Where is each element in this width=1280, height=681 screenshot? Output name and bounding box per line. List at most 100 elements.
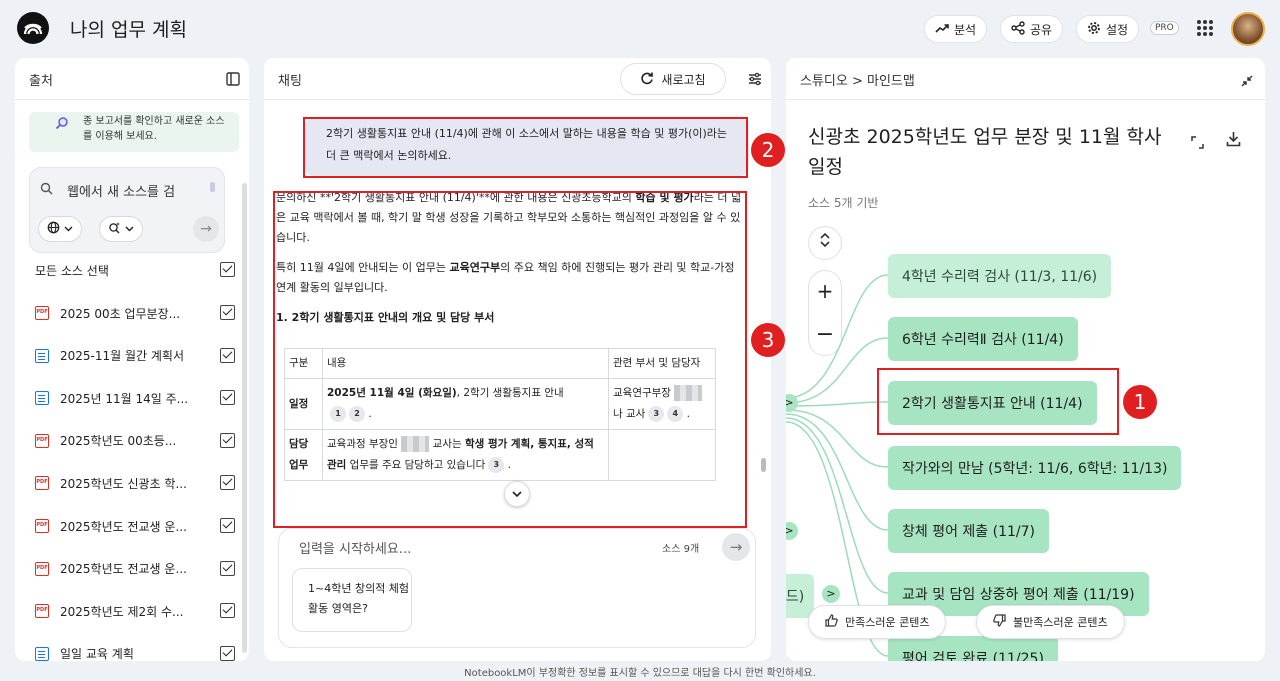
source-item-label: 2025학년도 전교생 운... xyxy=(60,519,187,534)
source-item-label: 2025학년도 신광초 학... xyxy=(60,476,187,491)
pdf-icon: PDF xyxy=(35,561,49,576)
top-bar: 나의 업무 계획 분석 공유 설정 PRO xyxy=(0,0,1280,57)
studio-header: 스튜디오 > 마인드맵 xyxy=(786,58,1265,100)
send-button[interactable]: → xyxy=(722,533,750,561)
dislike-label: 불만족스러운 콘텐츠 xyxy=(1013,616,1108,629)
notebook-title[interactable]: 나의 업무 계획 xyxy=(70,15,187,42)
annotation-badge-2: 2 xyxy=(751,133,785,167)
suggested-question[interactable]: 1~4학년 창의적 체험활동 영역은? xyxy=(292,568,412,632)
pdf-icon: PDF xyxy=(35,433,49,448)
pro-badge: PRO xyxy=(1150,21,1179,35)
source-checkbox[interactable] xyxy=(220,432,235,448)
collapse-icon[interactable] xyxy=(1241,72,1253,91)
source-count: 소스 9개 xyxy=(662,544,700,555)
select-all-checkbox[interactable] xyxy=(220,262,235,277)
thumbs-down-icon xyxy=(993,614,1006,630)
mindmap-node[interactable]: 6학년 수리력Ⅱ 검사 (11/4) xyxy=(888,317,1078,361)
web-source-dropdown[interactable] xyxy=(38,216,82,242)
settings-label: 설정 xyxy=(1106,22,1129,37)
fullscreen-icon[interactable] xyxy=(1191,134,1204,153)
breadcrumb[interactable]: 스튜디오 > 마인드맵 xyxy=(800,70,915,89)
share-button[interactable]: 공유 xyxy=(1000,15,1064,43)
source-checkbox[interactable] xyxy=(220,475,235,491)
search-input[interactable]: 웹에서 새 소스를 검 xyxy=(67,181,175,200)
source-item-label: 2025학년도 제2회 수... xyxy=(60,604,184,619)
apps-grid-icon[interactable] xyxy=(1197,20,1213,36)
pdf-icon: PDF xyxy=(35,306,49,320)
sources-header: 출처 xyxy=(15,58,249,100)
like-label: 만족스러운 콘텐츠 xyxy=(845,616,930,629)
source-checkbox[interactable] xyxy=(220,518,235,533)
globe-icon xyxy=(47,221,60,237)
download-icon[interactable] xyxy=(1226,131,1241,151)
source-item-label: 일일 교육 계획 xyxy=(60,647,134,661)
account-avatar[interactable] xyxy=(1231,12,1265,46)
mindmap-node[interactable]: 창체 평어 제출 (11/7) xyxy=(888,509,1049,553)
source-checkbox[interactable] xyxy=(220,305,235,320)
settings-button[interactable]: 설정 xyxy=(1076,15,1140,43)
search-submit-button[interactable]: → xyxy=(193,216,219,242)
source-item[interactable]: PDF 2025 00초 업무분장... xyxy=(35,302,235,324)
mindmap-node[interactable]: 4학년 수리력 검사 (11/3, 11/6) xyxy=(888,254,1112,298)
analysis-button[interactable]: 분석 xyxy=(924,15,988,43)
annotation-box-1 xyxy=(877,368,1119,435)
select-all-label: 모든 소스 선택 xyxy=(35,263,109,278)
share-icon xyxy=(1011,20,1025,38)
annotation-box-3 xyxy=(273,191,747,528)
source-checkbox[interactable] xyxy=(220,560,235,576)
share-label: 공유 xyxy=(1030,22,1053,37)
collapse-panel-icon[interactable] xyxy=(226,71,240,90)
source-item[interactable]: PDF 2025학년도 전교생 운... xyxy=(35,515,235,537)
annotation-badge-3: 3 xyxy=(751,323,785,357)
mindmap-node[interactable]: 작가와의 만남 (5학년: 11/6, 6학년: 11/13) xyxy=(888,446,1182,490)
magnifier-icon xyxy=(55,116,69,130)
expand-node-icon[interactable]: > xyxy=(822,585,840,603)
source-item[interactable]: PDF 2025학년도 신광초 학... xyxy=(35,472,235,494)
trending-icon xyxy=(935,22,949,36)
sources-scrollbar[interactable] xyxy=(242,183,247,653)
source-item-label: 2025년 11월 14일 주... xyxy=(60,391,189,406)
annotation-badge-1: 1 xyxy=(1123,385,1157,419)
analysis-label: 분석 xyxy=(954,22,977,37)
chat-input[interactable]: 입력을 시작하세요... xyxy=(299,538,411,557)
dislike-button[interactable]: 불만족스러운 콘텐츠 xyxy=(976,605,1125,639)
source-checkbox[interactable] xyxy=(220,645,235,661)
pdf-icon: PDF xyxy=(35,519,49,533)
search-icon xyxy=(40,180,53,199)
like-button[interactable]: 만족스러운 콘텐츠 xyxy=(808,605,947,639)
disclaimer-footer: NotebookLM이 부정확한 정보를 표시할 수 있으므로 대답을 다시 한… xyxy=(464,668,816,679)
sources-panel: 출처 종 보고서를 확인하고 새로운 소스를 이용해 보세요. 웹에서 새 소스… xyxy=(15,58,249,661)
source-item[interactable]: 일일 교육 계획 xyxy=(35,643,235,661)
refresh-label: 새로고침 xyxy=(661,72,706,87)
source-item-label: 2025학년도 전교생 운... xyxy=(60,562,187,577)
mindmap-node-partial[interactable]: 드) xyxy=(786,574,814,618)
source-checkbox[interactable] xyxy=(220,347,235,363)
notebooklm-logo-icon[interactable] xyxy=(17,12,49,44)
doc-icon xyxy=(35,348,49,363)
gear-icon xyxy=(1087,21,1101,38)
select-all-sources-row[interactable]: 모든 소스 선택 xyxy=(35,259,235,281)
source-item[interactable]: 2025-11월 월간 계획서 xyxy=(35,345,235,367)
sources-title: 출처 xyxy=(29,74,53,89)
source-checkbox[interactable] xyxy=(220,603,235,619)
mindmap-node[interactable]: 평어 검토 완료 (11/25) xyxy=(888,636,1058,661)
source-item[interactable]: 2025년 11월 14일 주... xyxy=(35,387,235,409)
refresh-icon xyxy=(640,71,654,88)
chat-scrollbar[interactable] xyxy=(761,458,766,472)
source-item-label: 2025학년도 00초등... xyxy=(60,434,177,449)
source-item[interactable]: PDF 2025학년도 00초등... xyxy=(35,430,235,452)
source-item[interactable]: PDF 2025학년도 전교생 운... xyxy=(35,558,235,580)
tune-icon[interactable] xyxy=(748,71,762,90)
refresh-button[interactable]: 새로고침 xyxy=(620,63,726,95)
research-mode-dropdown[interactable] xyxy=(99,216,143,242)
discover-hint-banner: 종 보고서를 확인하고 새로운 소스를 이용해 보세요. xyxy=(29,112,239,152)
sparkle-search-icon xyxy=(108,221,121,237)
source-item-label: 2025 00초 업무분장... xyxy=(60,306,181,321)
mindmap-subtitle: 소스 5개 기반 xyxy=(808,196,879,210)
source-checkbox[interactable] xyxy=(220,390,235,406)
chevron-down-icon xyxy=(64,224,73,235)
pdf-icon: PDF xyxy=(35,604,49,619)
source-item[interactable]: PDF 2025학년도 제2회 수... xyxy=(35,600,235,622)
chevron-down-icon xyxy=(125,224,134,235)
doc-icon xyxy=(35,646,49,661)
